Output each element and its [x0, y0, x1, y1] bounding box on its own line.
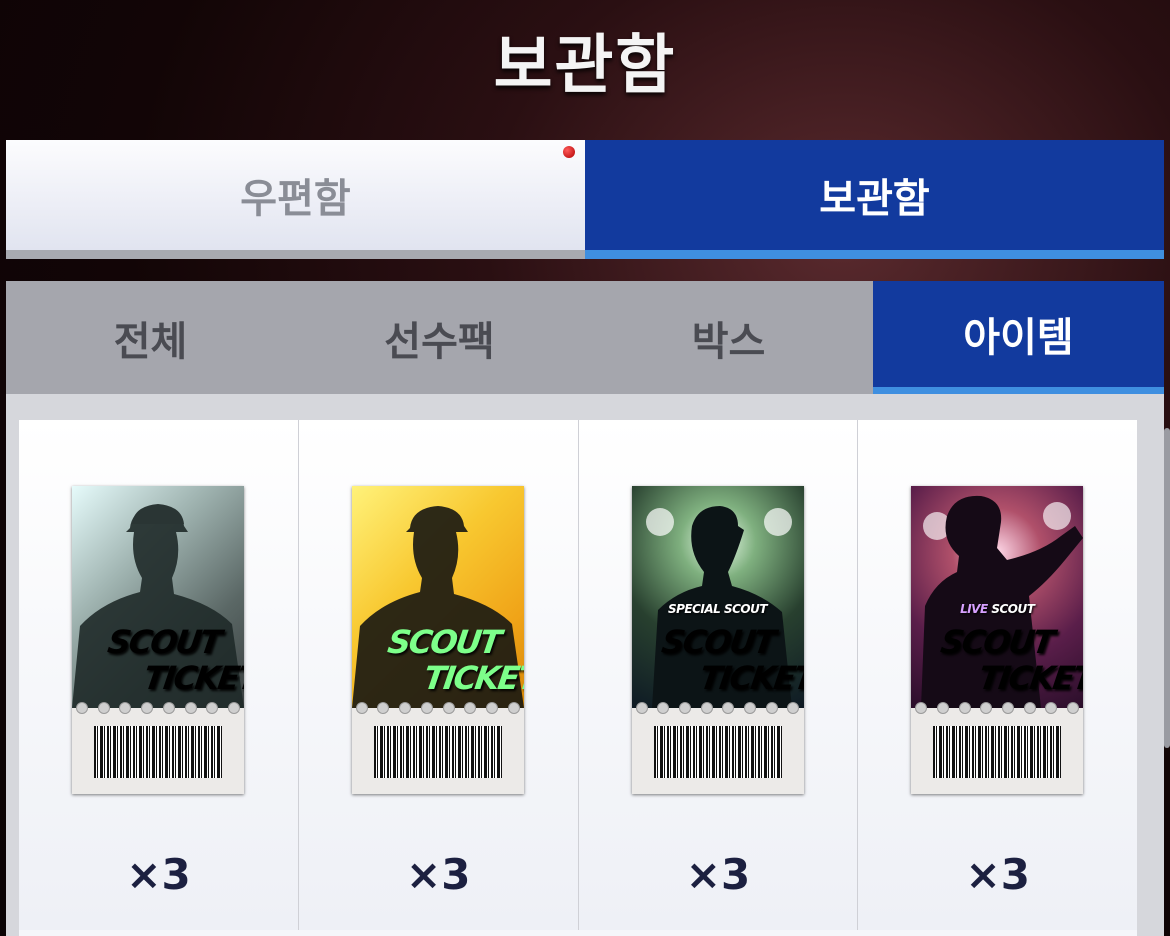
tab-storage-label: 보관함: [819, 176, 930, 222]
barcode-icon: [94, 726, 222, 778]
tab-box-label: 박스: [691, 318, 766, 365]
tab-mailbox[interactable]: 우편함: [6, 140, 585, 259]
scout-ticket-image: SPECIAL SCOUT SCOUT TICKET: [631, 486, 804, 794]
barcode-icon: [653, 726, 782, 778]
item-quantity: ×3: [685, 850, 751, 899]
ticket-word-ticket: TICKET: [421, 659, 524, 697]
item-card-gold-scout-ticket[interactable]: SCOUT TICKET ×3: [298, 420, 578, 930]
ticket-word-scout: SCOUT: [385, 623, 502, 661]
barcode-icon: [373, 726, 502, 778]
ticket-tag: SPECIAL SCOUT: [667, 602, 768, 616]
item-quantity: ×3: [965, 850, 1030, 899]
ticket-word-scout: SCOUT: [938, 623, 1056, 661]
tab-all-label: 전체: [113, 318, 188, 365]
item-quantity: ×3: [406, 850, 471, 899]
ticket-tag-live: LIVE: [960, 602, 988, 616]
ticket-word-ticket: TICKET: [696, 659, 804, 697]
ticket-word-ticket: TICKET: [141, 659, 244, 697]
tab-all[interactable]: 전체: [6, 281, 295, 394]
page-title: 보관함: [493, 29, 677, 103]
tab-mailbox-label: 우편함: [240, 176, 351, 222]
notification-dot-icon: [563, 146, 575, 158]
item-card-special-scout-ticket[interactable]: SPECIAL SCOUT SCOUT TICKET ×3: [578, 420, 858, 930]
main-tab-bar: 우편함 보관함: [6, 140, 1164, 259]
scrollbar[interactable]: [1164, 428, 1170, 748]
barcode-icon: [933, 726, 1062, 778]
ticket-tag-scout: SCOUT: [987, 602, 1035, 616]
item-card-scout-ticket[interactable]: SCOUT TICKET ×3: [19, 420, 298, 930]
tab-item[interactable]: 아이템: [873, 281, 1164, 394]
ticket-word-scout: SCOUT: [658, 623, 776, 661]
ticket-word-ticket: TICKET: [976, 659, 1084, 697]
scout-ticket-image: SCOUT TICKET: [72, 486, 244, 794]
scout-ticket-image: SCOUT TICKET: [351, 486, 524, 794]
tab-box[interactable]: 박스: [584, 281, 873, 394]
ticket-word-scout: SCOUT: [105, 623, 223, 661]
item-grid: SCOUT TICKET ×3 SCOUT TICKET ×3 SPECIAL …: [19, 420, 1137, 936]
scout-ticket-image: LIVE SCOUT SCOUT TICKET: [911, 486, 1084, 794]
next-row-edge: [19, 930, 1137, 936]
item-card-live-scout-ticket[interactable]: LIVE SCOUT SCOUT TICKET ×3: [858, 420, 1137, 930]
category-tab-bar: 전체 선수팩 박스 아이템: [6, 281, 1164, 394]
tab-player-pack[interactable]: 선수팩: [295, 281, 584, 394]
tab-storage[interactable]: 보관함: [585, 140, 1164, 259]
ticket-tag: LIVE SCOUT: [911, 602, 1083, 616]
tab-player-pack-label: 선수팩: [384, 318, 495, 365]
item-quantity: ×3: [126, 850, 191, 899]
item-grid-panel: SCOUT TICKET ×3 SCOUT TICKET ×3 SPECIAL …: [6, 394, 1164, 936]
tab-item-label: 아이템: [963, 315, 1074, 361]
